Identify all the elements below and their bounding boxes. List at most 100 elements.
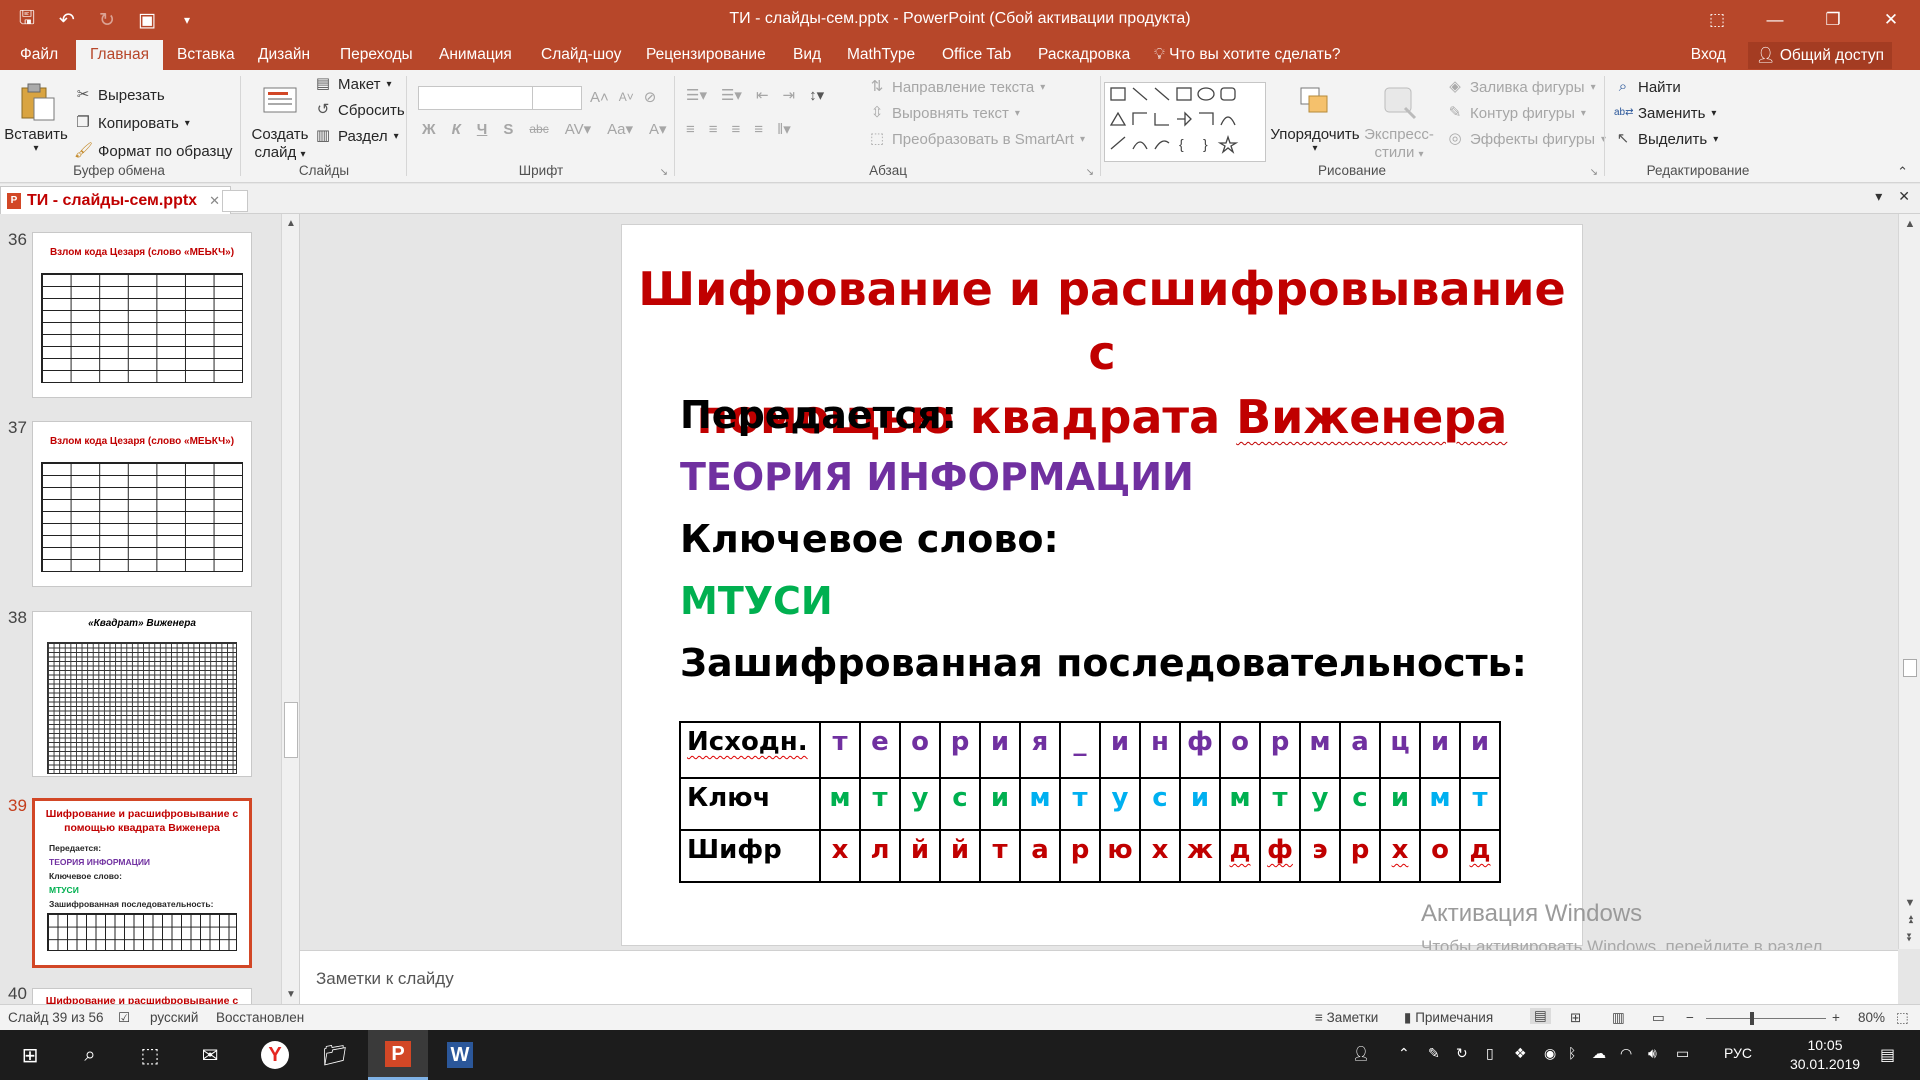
- grow-font-icon[interactable]: A˄: [590, 89, 609, 106]
- antivirus-icon[interactable]: ◉: [1544, 1045, 1556, 1062]
- align-text-button[interactable]: ⇳ Выровнять текст ▾: [868, 104, 1020, 122]
- shapes-gallery[interactable]: {}: [1104, 82, 1266, 162]
- tab-file[interactable]: Файл: [18, 40, 60, 70]
- tab-storyboard[interactable]: Раскадровка: [1036, 40, 1132, 70]
- columns-icon[interactable]: ‖▾: [777, 120, 791, 138]
- tab-view[interactable]: Вид: [791, 40, 823, 70]
- fit-slide-icon[interactable]: ⬚: [1896, 1010, 1909, 1026]
- tab-animations[interactable]: Анимация: [437, 40, 514, 70]
- scrollbar-thumb[interactable]: [284, 702, 298, 758]
- share-button[interactable]: 👤︎ Общий доступ: [1747, 41, 1892, 69]
- increase-indent-icon[interactable]: ⇥: [783, 86, 796, 104]
- close-tab-icon[interactable]: ✕: [209, 193, 220, 209]
- slide-thumbnail-38[interactable]: «Квадрат» Виженера: [32, 611, 252, 777]
- strikethrough-button[interactable]: abc: [529, 122, 548, 136]
- select-button[interactable]: ↖ Выделить ▾: [1614, 130, 1719, 148]
- input-language[interactable]: РУС: [1724, 1045, 1752, 1061]
- shadow-button[interactable]: S: [503, 121, 513, 138]
- tab-review[interactable]: Рецензирование: [644, 40, 768, 70]
- zoom-in-icon[interactable]: +: [1832, 1010, 1840, 1025]
- replace-button[interactable]: ab⇄ Заменить ▾: [1614, 104, 1716, 122]
- slide-sorter-icon[interactable]: ⊞: [1570, 1010, 1581, 1026]
- font-size-combo[interactable]: [532, 86, 582, 110]
- slide-thumbnail-36[interactable]: Взлом кода Цезаря (слово «МЕЬКЧ»): [32, 232, 252, 398]
- zoom-out-icon[interactable]: −: [1686, 1010, 1694, 1025]
- notes-pane[interactable]: Заметки к слайду: [300, 950, 1898, 1004]
- chevron-up-icon[interactable]: ⌃: [1398, 1045, 1410, 1062]
- reset-button[interactable]: ↺ Сбросить: [314, 101, 405, 119]
- zoom-slider-thumb[interactable]: [1750, 1012, 1754, 1025]
- next-slide-icon[interactable]: ⏬︎: [1899, 932, 1920, 945]
- battery-icon[interactable]: ▭: [1676, 1045, 1689, 1062]
- scroll-down-icon[interactable]: ▼: [282, 989, 299, 1000]
- tab-mathtype[interactable]: MathType: [845, 40, 917, 70]
- ribbon-display-icon[interactable]: ⬚: [1688, 0, 1746, 40]
- dialog-launcher-icon[interactable]: ↘: [660, 167, 668, 178]
- dialog-launcher-icon[interactable]: ↘: [1086, 167, 1094, 178]
- file-explorer-icon[interactable]: 📁︎: [305, 1030, 365, 1080]
- task-view-icon[interactable]: ⬚: [120, 1030, 180, 1080]
- line-spacing-icon[interactable]: ↕▾: [809, 86, 824, 104]
- arrange-button[interactable]: Упорядочить ▾: [1270, 82, 1360, 154]
- zoom-level[interactable]: 80%: [1858, 1010, 1885, 1025]
- tab-office-tab[interactable]: Office Tab: [940, 40, 1013, 70]
- search-icon[interactable]: ⌕: [60, 1030, 120, 1080]
- spellcheck-icon[interactable]: ☑: [118, 1010, 130, 1026]
- bold-button[interactable]: Ж: [422, 121, 436, 138]
- tab-list-icon[interactable]: ▾: [1875, 188, 1882, 205]
- tab-slideshow[interactable]: Слайд-шоу: [539, 40, 623, 70]
- format-painter-button[interactable]: 🖌︎ Формат по образцу: [74, 142, 233, 160]
- justify-icon[interactable]: ≡: [754, 121, 763, 138]
- mail-icon[interactable]: ✉: [180, 1030, 240, 1080]
- volume-icon[interactable]: 🔊︎: [1648, 1045, 1657, 1062]
- tray-app-icon[interactable]: ✎: [1428, 1045, 1440, 1062]
- char-spacing-icon[interactable]: AV▾: [565, 120, 591, 138]
- usb-icon[interactable]: ▯: [1486, 1045, 1494, 1062]
- slide-scrollbar[interactable]: ▲ ▼ ⏫︎ ⏬︎: [1898, 214, 1920, 949]
- smartart-button[interactable]: ⬚ Преобразовать в SmartArt ▾: [868, 130, 1085, 148]
- decrease-indent-icon[interactable]: ⇤: [756, 86, 769, 104]
- tab-home[interactable]: Главная: [76, 40, 163, 70]
- sync-icon[interactable]: ↻: [1456, 1045, 1468, 1062]
- layout-button[interactable]: ▤ Макет ▾: [314, 75, 392, 93]
- clock[interactable]: 10:05 30.01.2019: [1780, 1036, 1870, 1074]
- clear-format-icon[interactable]: ⊘: [644, 88, 657, 106]
- align-left-icon[interactable]: ≡: [686, 121, 695, 138]
- maximize-icon[interactable]: ❐: [1804, 0, 1862, 40]
- wifi-icon[interactable]: ◠: [1620, 1045, 1632, 1062]
- close-document-icon[interactable]: ✕: [1898, 188, 1910, 205]
- slide-canvas[interactable]: Шифрование и расшифровывание с помощью к…: [621, 224, 1583, 946]
- font-color-icon[interactable]: A▾: [649, 120, 667, 138]
- close-icon[interactable]: ✕: [1862, 0, 1920, 40]
- tab-design[interactable]: Дизайн: [256, 40, 312, 70]
- windows-start-icon[interactable]: ⊞: [0, 1030, 60, 1080]
- font-family-combo[interactable]: [418, 86, 536, 110]
- tab-transitions[interactable]: Переходы: [338, 40, 415, 70]
- word-icon[interactable]: W: [430, 1030, 490, 1080]
- reading-view-icon[interactable]: ▥: [1612, 1010, 1625, 1026]
- cut-button[interactable]: ✂ Вырезать: [74, 86, 165, 104]
- previous-slide-icon[interactable]: ⏫︎: [1899, 914, 1920, 927]
- dialog-launcher-icon[interactable]: ↘: [1590, 167, 1598, 178]
- slide-thumbnail-37[interactable]: Взлом кода Цезаря (слово «МЕЬКЧ»): [32, 421, 252, 587]
- tab-insert[interactable]: Вставка: [175, 40, 237, 70]
- change-case-icon[interactable]: Aa▾: [607, 120, 633, 138]
- tray-app2-icon[interactable]: ❖: [1514, 1045, 1527, 1062]
- scroll-up-icon[interactable]: ▲: [1899, 218, 1920, 230]
- find-button[interactable]: ⌕ Найти: [1614, 78, 1681, 96]
- yandex-browser-icon[interactable]: Y: [245, 1030, 305, 1080]
- shape-fill-button[interactable]: ◈ Заливка фигуры ▾: [1446, 78, 1595, 96]
- onedrive-icon[interactable]: ☁: [1592, 1045, 1606, 1062]
- powerpoint-icon[interactable]: P: [368, 1030, 428, 1080]
- shape-effects-button[interactable]: ◎Эффекты фигуры▾: [1446, 130, 1606, 148]
- paste-button[interactable]: Вставить ▾: [4, 82, 68, 154]
- scroll-up-icon[interactable]: ▲: [282, 218, 299, 229]
- italic-button[interactable]: К: [452, 121, 461, 138]
- align-right-icon[interactable]: ≡: [732, 121, 741, 138]
- align-center-icon[interactable]: ≡: [709, 121, 718, 138]
- scrollbar-thumb[interactable]: [1903, 659, 1917, 677]
- new-slide-button[interactable]: Создать слайд ▾: [250, 82, 310, 164]
- vigenere-table[interactable]: Исходн. т е о р и я _ и н ф о р м а ц и и Ключ м т у с и м т у с и м…: [679, 721, 1501, 883]
- document-tab[interactable]: P ТИ - слайды-сем.pptx ✕: [0, 186, 231, 214]
- text-direction-button[interactable]: ⇅ Направление текста ▾: [868, 78, 1046, 96]
